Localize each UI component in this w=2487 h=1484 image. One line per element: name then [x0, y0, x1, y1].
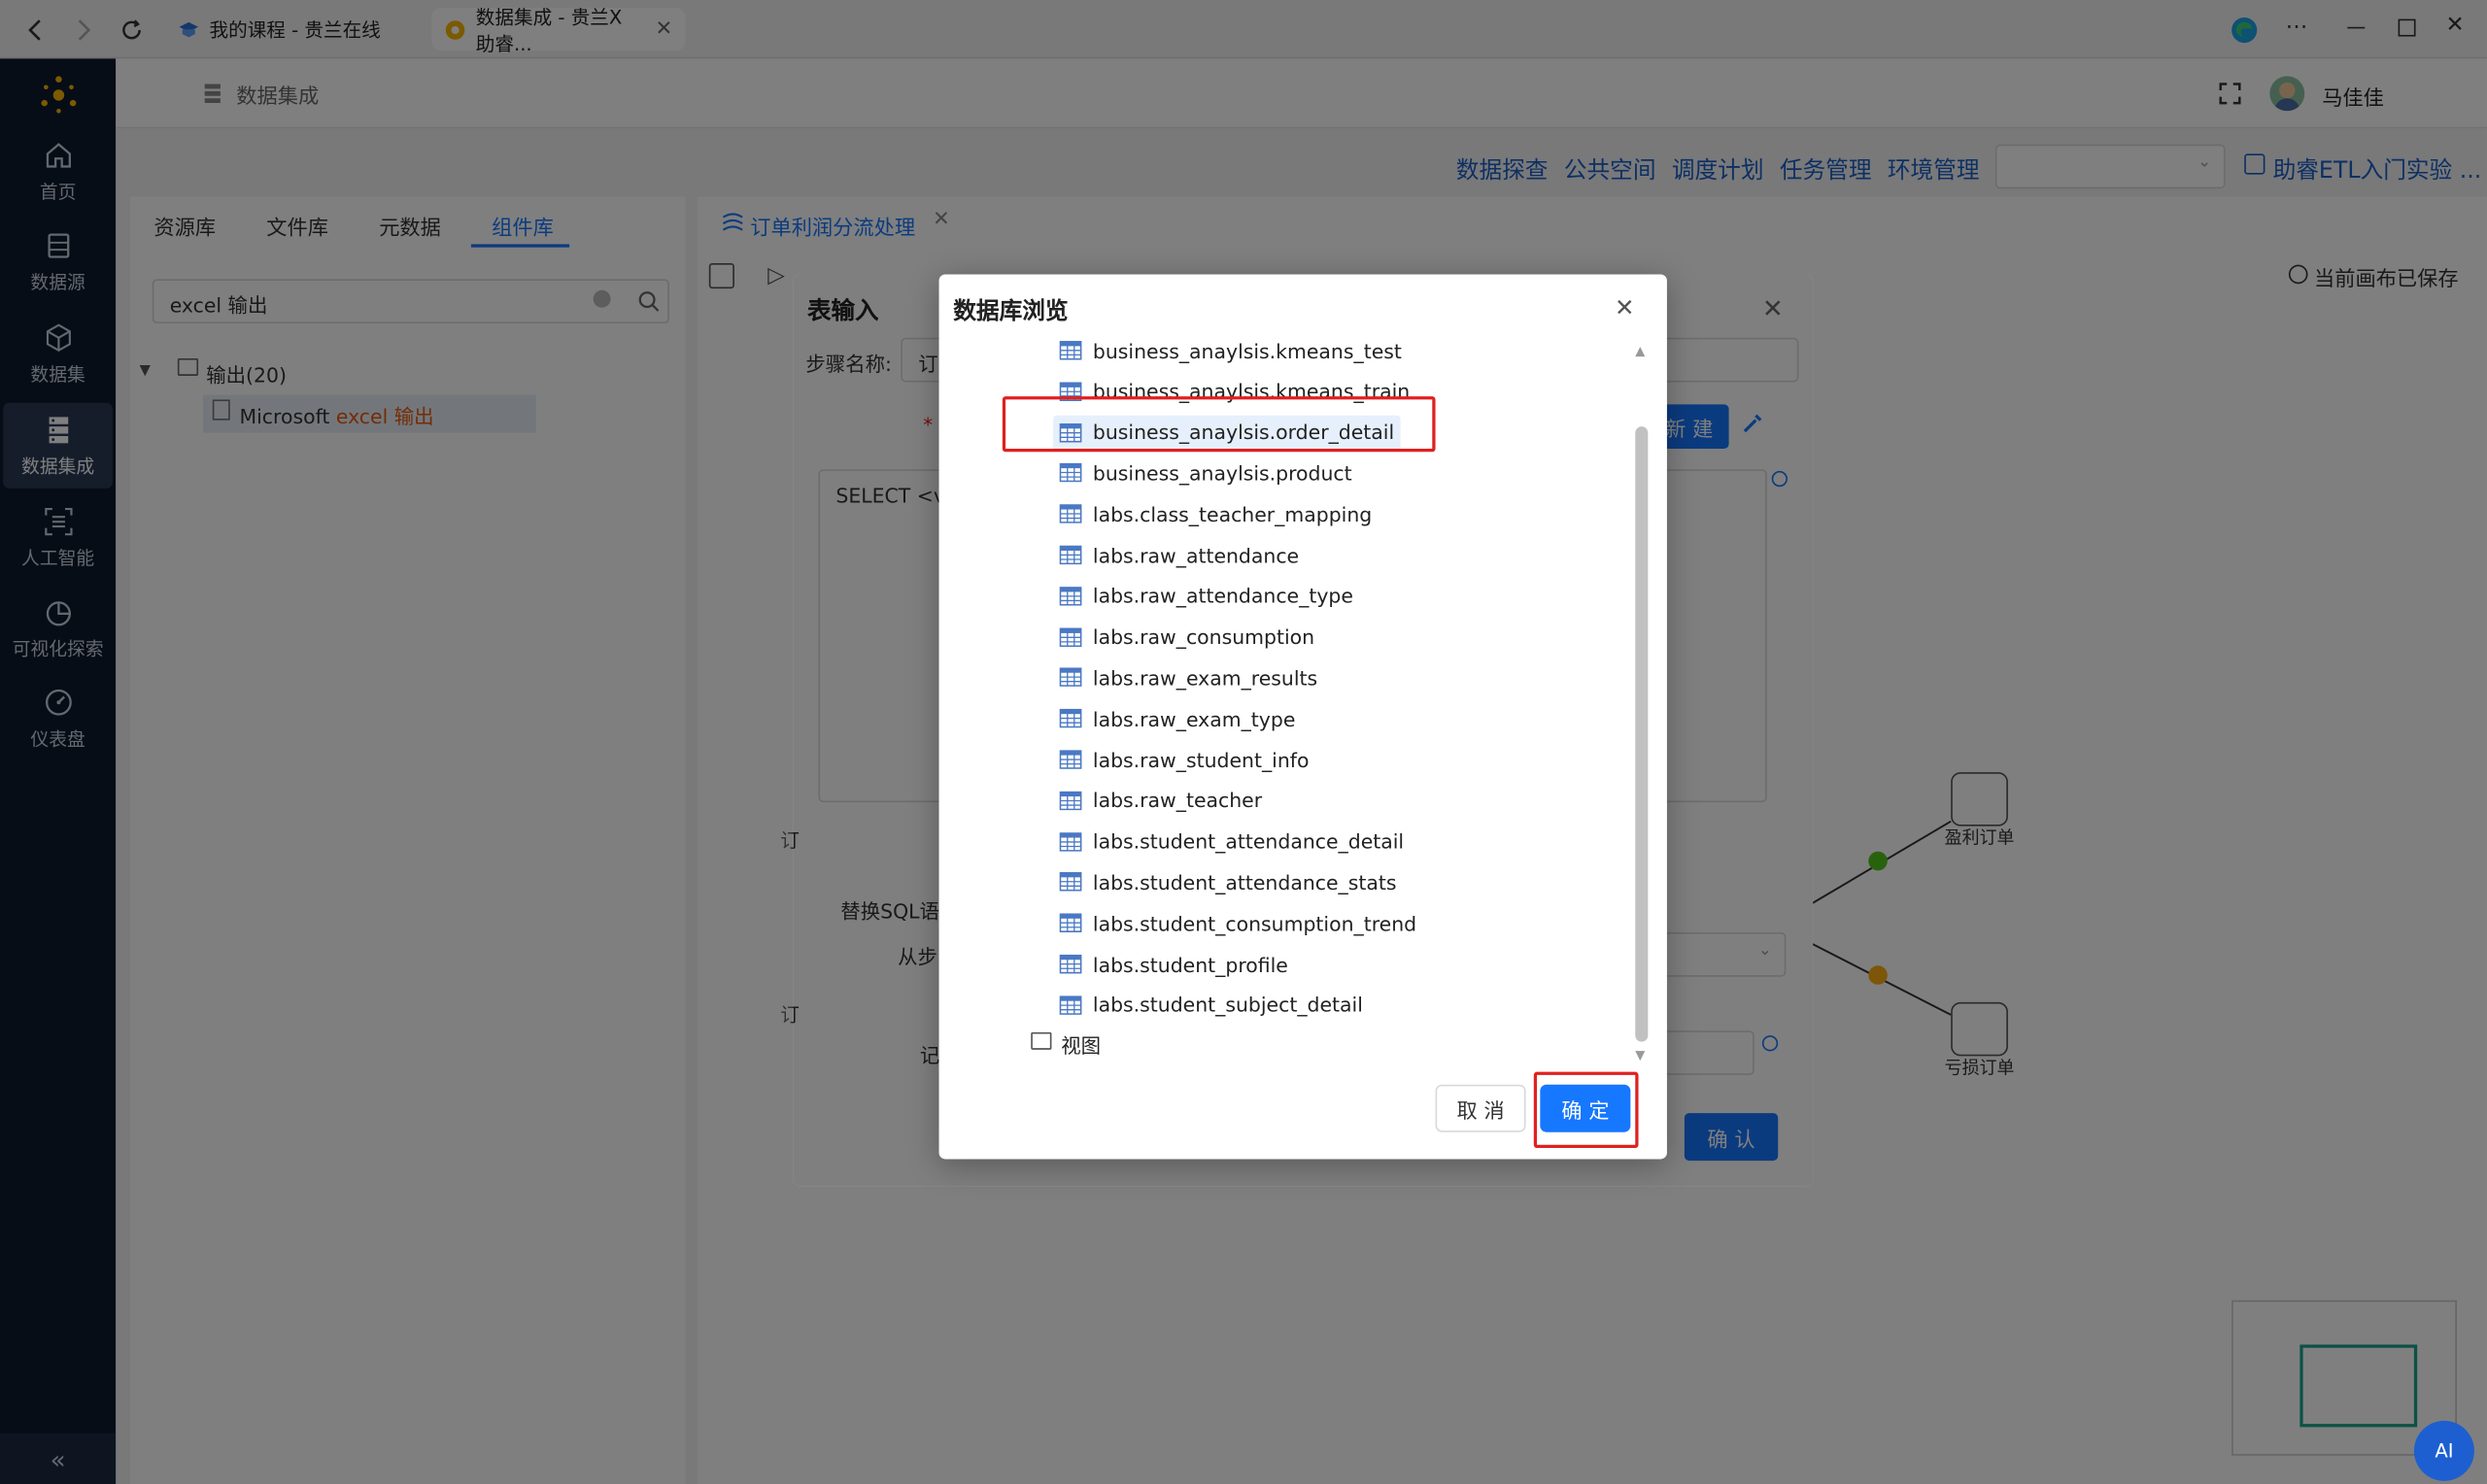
dialog-title: 数据库浏览 — [953, 299, 1069, 325]
table-tree-item[interactable]: business_anaylsis.product — [1059, 455, 1352, 490]
table-grid-icon — [1059, 586, 1082, 606]
table-grid-icon — [1059, 463, 1082, 483]
table-name: labs.raw_attendance_type — [1092, 584, 1353, 608]
table-name: labs.student_consumption_trend — [1092, 911, 1417, 935]
table-name: labs.raw_attendance — [1092, 543, 1300, 567]
tree-folder-views[interactable]: 视图 — [1061, 1029, 1101, 1060]
table-tree-item[interactable]: labs.raw_teacher — [1059, 783, 1263, 818]
table-name: labs.student_attendance_stats — [1092, 870, 1397, 894]
table-name: labs.raw_exam_results — [1092, 665, 1318, 691]
table-tree-item[interactable]: labs.student_profile — [1059, 947, 1288, 982]
table-grid-icon — [1059, 872, 1082, 893]
table-tree-item[interactable]: business_anaylsis.kmeans_test — [1059, 333, 1402, 368]
table-tree-item[interactable]: labs.student_attendance_detail — [1059, 824, 1405, 859]
highlight-ok-box — [1533, 1071, 1639, 1149]
table-tree-item[interactable]: labs.raw_attendance_type — [1059, 579, 1353, 614]
scroll-down-icon[interactable]: ▼ — [1635, 1048, 1645, 1062]
table-name: labs.student_attendance_detail — [1092, 829, 1405, 854]
table-tree-item[interactable]: labs.student_consumption_trend — [1059, 906, 1417, 941]
table-grid-icon — [1059, 709, 1082, 728]
scrollbar-thumb[interactable] — [1635, 426, 1649, 1042]
table-grid-icon — [1059, 791, 1082, 810]
table-grid-icon — [1059, 626, 1082, 647]
table-grid-icon — [1059, 913, 1082, 933]
table-tree-item[interactable]: labs.raw_attendance — [1059, 537, 1300, 572]
table-name: labs.raw_consumption — [1092, 624, 1315, 649]
table-tree-item[interactable]: labs.student_subject_detail — [1059, 988, 1363, 1023]
table-tree-item[interactable]: labs.class_teacher_mapping — [1059, 496, 1373, 531]
table-grid-icon — [1059, 341, 1082, 360]
table-name: labs.student_subject_detail — [1092, 993, 1363, 1018]
table-grid-icon — [1059, 750, 1082, 769]
table-tree-item[interactable]: labs.raw_exam_results — [1059, 660, 1318, 695]
ai-assistant-button[interactable]: AI — [2413, 1420, 2474, 1481]
cancel-button[interactable]: 取 消 — [1435, 1084, 1526, 1132]
highlight-selected-box — [1002, 396, 1436, 453]
table-tree-item[interactable]: labs.raw_exam_type — [1059, 701, 1296, 736]
table-name: business_anaylsis.kmeans_test — [1092, 338, 1402, 363]
table-tree-item[interactable]: labs.student_attendance_stats — [1059, 864, 1397, 899]
scroll-up-icon[interactable]: ▲ — [1635, 344, 1645, 358]
table-name: labs.raw_student_info — [1092, 747, 1310, 772]
table-name: business_anaylsis.product — [1092, 460, 1352, 486]
table-grid-icon — [1059, 995, 1082, 1015]
table-name: labs.class_teacher_mapping — [1092, 502, 1373, 526]
table-name: labs.student_profile — [1092, 952, 1288, 976]
table-grid-icon — [1059, 954, 1082, 974]
table-tree-item[interactable]: labs.raw_student_info — [1059, 742, 1310, 777]
table-grid-icon — [1059, 667, 1082, 688]
close-icon[interactable]: ✕ — [1615, 293, 1635, 321]
table-tree-item[interactable]: labs.raw_consumption — [1059, 620, 1315, 655]
table-grid-icon — [1059, 504, 1082, 524]
folder-icon — [1031, 1031, 1052, 1050]
table-grid-icon — [1059, 831, 1082, 852]
table-grid-icon — [1059, 545, 1082, 565]
table-name: labs.raw_exam_type — [1092, 706, 1296, 731]
table-name: labs.raw_teacher — [1092, 788, 1263, 813]
